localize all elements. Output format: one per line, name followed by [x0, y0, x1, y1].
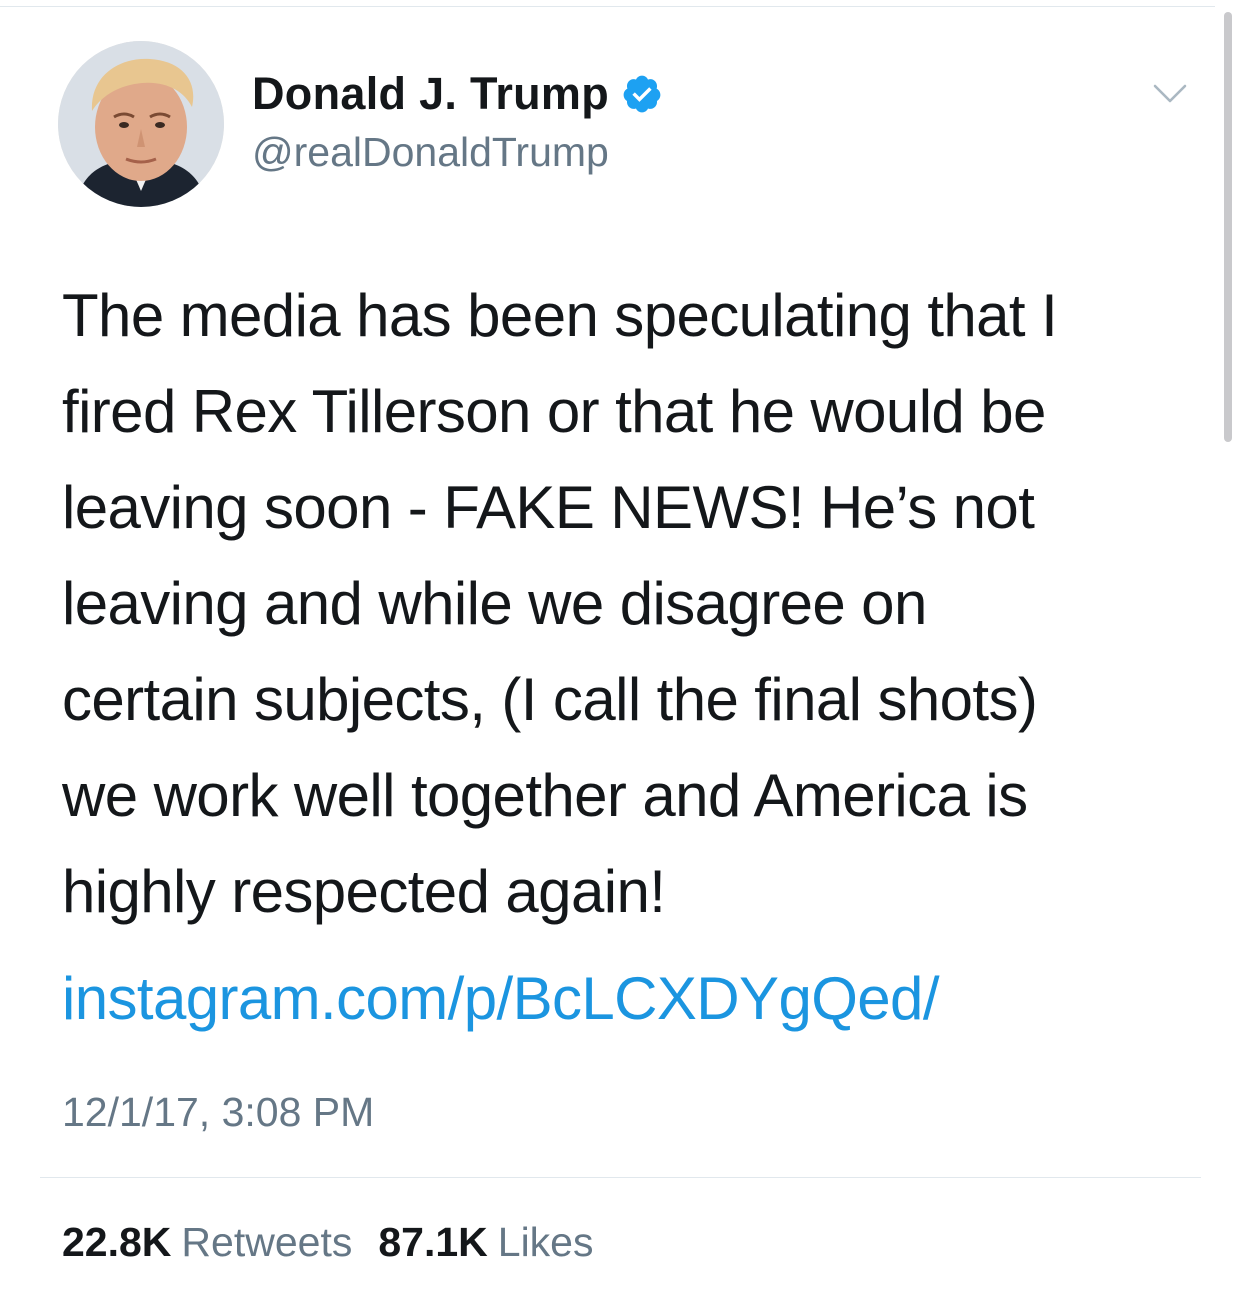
avatar[interactable]	[58, 41, 224, 207]
retweets-label: Retweets	[181, 1219, 353, 1265]
tweet-text-line: fired Rex Tillerson or that he would be	[62, 378, 1046, 445]
retweets-count: 22.8K	[62, 1219, 172, 1265]
tweet-timestamp[interactable]: 12/1/17, 3:08 PM	[62, 1084, 374, 1140]
tweet-link[interactable]: instagram.com/p/BcLCXDYgQed/	[62, 951, 940, 1047]
avatar-image	[58, 41, 224, 207]
author-handle[interactable]: @realDonaldTrump	[252, 126, 609, 178]
tweet-text-line: The media has been speculating that I	[62, 282, 1058, 349]
tweet-text-line: highly respected again!	[62, 858, 666, 925]
likes-stat[interactable]: 87.1K Likes	[378, 1214, 593, 1270]
likes-count: 87.1K	[378, 1219, 488, 1265]
chevron-down-icon[interactable]	[1152, 80, 1188, 108]
tweet-text-line: certain subjects, (I call the final shot…	[62, 666, 1038, 733]
display-name[interactable]: Donald J. Trump	[252, 68, 609, 120]
tweet-text-line: we work well together and America is	[62, 762, 1028, 829]
tweet-stats: 22.8K Retweets 87.1K Likes	[62, 1214, 619, 1270]
author-name-row[interactable]: Donald J. Trump	[252, 66, 663, 122]
tweet-text-line: leaving soon - FAKE NEWS! He’s not	[62, 474, 1035, 541]
likes-label: Likes	[497, 1219, 594, 1265]
scrollbar[interactable]	[1224, 12, 1232, 442]
tweet-text-line: leaving and while we disagree on	[62, 570, 927, 637]
stats-divider	[40, 1177, 1201, 1178]
top-divider	[0, 6, 1215, 7]
retweets-stat[interactable]: 22.8K Retweets	[62, 1214, 352, 1270]
tweet-text: The media has been speculating that I fi…	[62, 268, 1202, 940]
verified-badge-icon	[621, 73, 663, 115]
